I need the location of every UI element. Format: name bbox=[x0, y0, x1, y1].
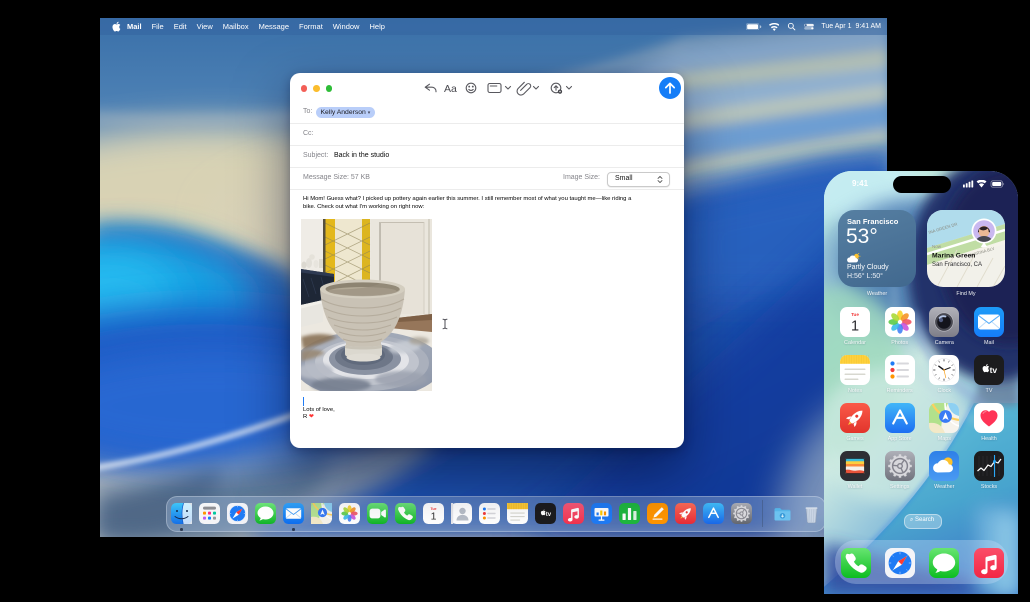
svg-text:Aa: Aa bbox=[444, 83, 457, 95]
svg-text:tv: tv bbox=[990, 365, 998, 375]
svg-text:Marina Green: Marina Green bbox=[932, 253, 975, 260]
svg-text:Tue: Tue bbox=[851, 312, 859, 317]
svg-text:San Francisco, CA: San Francisco, CA bbox=[932, 262, 982, 268]
svg-text:Now: Now bbox=[932, 244, 942, 249]
svg-text:tv: tv bbox=[546, 512, 552, 518]
svg-text:1: 1 bbox=[430, 511, 436, 523]
svg-text:1: 1 bbox=[851, 319, 859, 335]
